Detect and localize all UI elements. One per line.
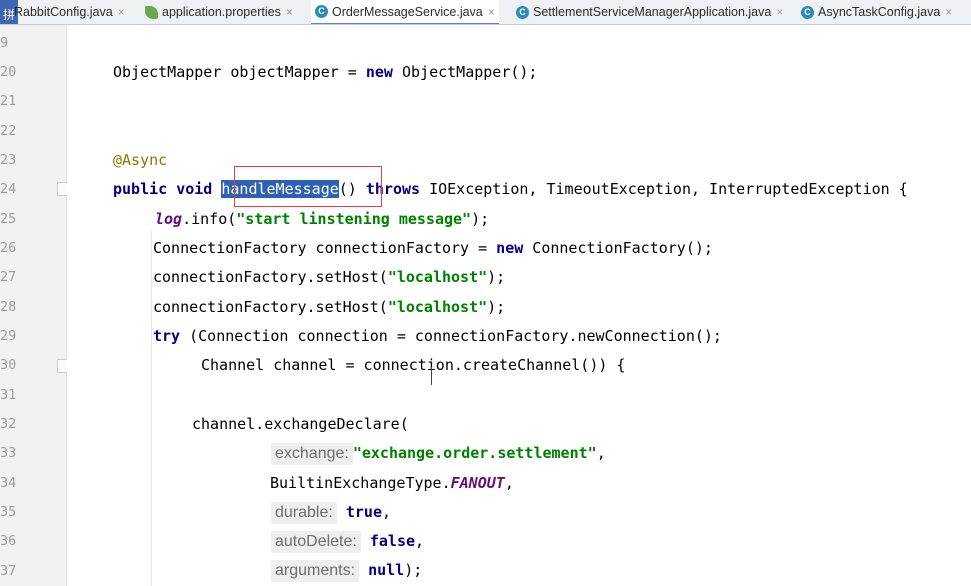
tab-label: OrderMessageService.java — [332, 4, 483, 19]
code-line-32: channel.exchangeDeclare( — [192, 415, 409, 433]
line-number: 36 — [0, 533, 17, 549]
param-hint: arguments: — [271, 560, 360, 582]
param-hint: durable: — [271, 502, 337, 524]
spring-leaf-icon — [145, 5, 158, 19]
code-line-37: arguments: null); — [271, 556, 422, 585]
code-line-26: ConnectionFactory connectionFactory = ne… — [153, 239, 713, 257]
code-line-35: durable: true, — [271, 498, 391, 527]
tab-ordermessageservice[interactable]: C OrderMessageService.java × — [311, 0, 499, 24]
text-cursor — [431, 367, 432, 385]
tab-rabbitconfig[interactable]: RabbitConfig.java × — [10, 0, 129, 24]
code-line-20: ObjectMapper objectMapper = new ObjectMa… — [113, 63, 538, 81]
tab-application-properties[interactable]: application.properties × — [141, 0, 297, 24]
param-hint: exchange: — [271, 443, 353, 465]
line-number: 31 — [0, 387, 17, 403]
code-line-29: try (Connection connection = connectionF… — [153, 327, 722, 345]
code-line-23: @Async — [113, 151, 168, 169]
code-line-25: log.info("start linstening message"); — [155, 210, 490, 228]
line-number: 30 — [0, 357, 17, 373]
line-number: 33 — [0, 445, 17, 461]
editor-tab-bar: 拼 RabbitConfig.java × application.proper… — [0, 0, 971, 25]
line-number: 32 — [0, 416, 17, 432]
line-number: 27 — [0, 269, 17, 285]
line-number: 26 — [0, 240, 17, 256]
line-number: 24 — [0, 181, 17, 197]
line-number: 35 — [0, 504, 17, 520]
line-number: 20 — [0, 64, 17, 80]
close-icon[interactable]: × — [945, 5, 952, 19]
line-number: 22 — [0, 123, 17, 139]
class-icon: C — [801, 5, 814, 19]
code-line-28: connectionFactory.setHost("localhost"); — [153, 298, 506, 316]
close-icon[interactable]: × — [776, 5, 783, 19]
line-number: 23 — [0, 152, 17, 168]
code-line-30: Channel channel = connection.createChann… — [201, 356, 626, 374]
line-number: 21 — [0, 93, 17, 109]
line-number: 29 — [0, 328, 17, 344]
highlight-box — [234, 166, 382, 207]
close-icon[interactable]: × — [118, 5, 125, 19]
close-icon[interactable]: × — [286, 5, 293, 19]
code-line-36: autoDelete: false, — [271, 527, 424, 556]
tab-label: SettlementServiceManagerApplication.java — [533, 5, 772, 19]
tab-label: RabbitConfig.java — [14, 5, 113, 19]
class-icon: C — [315, 5, 328, 18]
tab-settlementservicemanagerapplication[interactable]: C SettlementServiceManagerApplication.ja… — [512, 0, 787, 24]
code-line-24: public void handleMessage() throws IOExc… — [113, 180, 908, 198]
line-number: 34 — [0, 475, 17, 491]
indent-guide — [151, 230, 152, 586]
line-number: 9 — [0, 35, 9, 51]
line-number: 37 — [0, 563, 17, 579]
close-icon[interactable]: × — [488, 5, 495, 19]
tab-label: AsyncTaskConfig.java — [818, 5, 941, 19]
tab-asynctaskconfig[interactable]: C AsyncTaskConfig.java × — [797, 0, 956, 24]
param-hint: autoDelete: — [271, 531, 361, 553]
line-number: 25 — [0, 211, 17, 227]
code-editor[interactable]: ObjectMapper objectMapper = new ObjectMa… — [67, 25, 971, 586]
class-icon: C — [516, 5, 529, 19]
code-line-34: BuiltinExchangeType.FANOUT, — [270, 474, 514, 492]
line-number-gutter[interactable]: 9 20 21 22 23 24 25 26 27 28 29 30 31 32… — [0, 25, 67, 586]
line-number: 28 — [0, 299, 17, 315]
code-line-33: exchange: "exchange.order.settlement", — [271, 439, 606, 468]
tab-label: application.properties — [162, 5, 281, 19]
code-line-27: connectionFactory.setHost("localhost"); — [153, 268, 506, 286]
